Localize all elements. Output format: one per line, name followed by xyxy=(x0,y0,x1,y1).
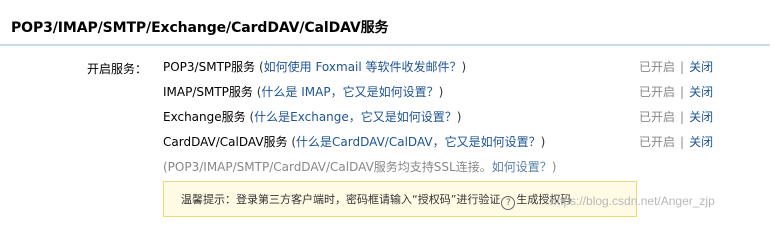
separator: | xyxy=(680,85,685,99)
status-enabled: 已开启 xyxy=(639,60,676,74)
status-enabled: 已开启 xyxy=(639,85,676,99)
disable-pop3-button[interactable]: 关闭 xyxy=(689,60,713,74)
tip-text: 温馨提示：登录第三方客户端时，密码框请输入“授权码”进行验证 xyxy=(181,193,501,206)
paren-open: ( xyxy=(245,110,255,124)
help-link-foxmail[interactable]: 如何使用 Foxmail 等软件收发邮件？ xyxy=(264,60,462,74)
separator: | xyxy=(680,110,685,124)
service-name: POP3/SMTP服务 xyxy=(163,60,256,74)
help-icon[interactable]: ? xyxy=(501,196,516,210)
ssl-setup-link[interactable]: 如何设置？ xyxy=(492,160,552,174)
help-link-exchange[interactable]: 什么是Exchange，它又是如何设置？ xyxy=(254,110,457,124)
paren-close: ) xyxy=(438,85,444,99)
service-name: Exchange服务 xyxy=(163,110,246,124)
status-enabled: 已开启 xyxy=(639,110,676,124)
service-row-exchange: Exchange服务 (什么是Exchange，它又是如何设置？) 已开启 | 关闭 xyxy=(163,108,723,126)
disable-exchange-button[interactable]: 关闭 xyxy=(689,110,713,124)
paren-close: ) xyxy=(540,135,546,149)
separator: | xyxy=(680,60,685,74)
service-row-caldav: CardDAV/CalDAV服务 (什么是CardDAV/CalDAV，它又是如… xyxy=(163,133,723,151)
enable-services-label: 开启服务： xyxy=(87,62,148,76)
status-enabled: 已开启 xyxy=(639,135,676,149)
separator: | xyxy=(680,135,685,149)
watermark: https://blog.csdn.net/Anger_zjp xyxy=(550,194,715,208)
section-title: POP3/IMAP/SMTP/Exchange/CardDAV/CalDAV服务 xyxy=(11,20,389,36)
service-row-imap: IMAP/SMTP服务 (什么是 IMAP，它又是如何设置？) 已开启 | 关闭 xyxy=(163,83,723,101)
ssl-note-end: ) xyxy=(551,160,557,174)
ssl-note: (POP3/IMAP/SMTP/CardDAV/CalDAV服务均支持SSL连接… xyxy=(163,158,556,175)
paren-close: ) xyxy=(461,60,467,74)
service-name: IMAP/SMTP服务 xyxy=(163,85,253,99)
help-link-caldav[interactable]: 什么是CardDAV/CalDAV，它又是如何设置？ xyxy=(296,135,541,149)
help-link-imap[interactable]: 什么是 IMAP，它又是如何设置？ xyxy=(261,85,438,99)
service-row-pop3: POP3/SMTP服务 (如何使用 Foxmail 等软件收发邮件？) 已开启 |… xyxy=(163,58,723,76)
paren-open: ( xyxy=(255,60,264,74)
disable-caldav-button[interactable]: 关闭 xyxy=(689,135,713,149)
paren-close: ) xyxy=(456,110,462,124)
service-name: CardDAV/CalDAV服务 xyxy=(163,135,288,149)
ssl-note-text: (POP3/IMAP/SMTP/CardDAV/CalDAV服务均支持SSL连接… xyxy=(163,160,492,174)
title-divider xyxy=(0,44,770,46)
paren-open: ( xyxy=(287,135,297,149)
disable-imap-button[interactable]: 关闭 xyxy=(689,85,713,99)
